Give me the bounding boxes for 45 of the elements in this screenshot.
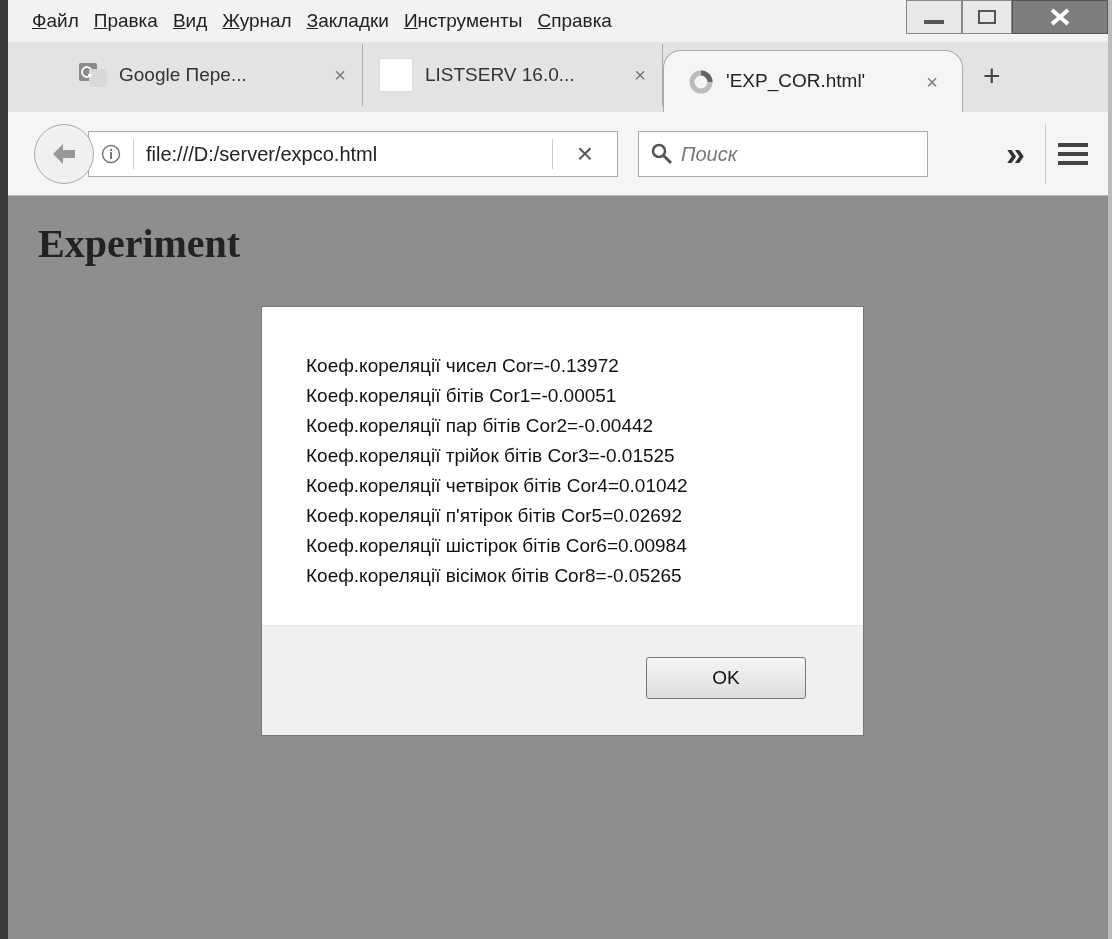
tab-close-icon[interactable]: ×	[634, 60, 646, 90]
overflow-button[interactable]: »	[998, 128, 1033, 179]
browser-tab[interactable]: Google Пере... ×	[63, 44, 363, 106]
menu-item[interactable]: Закладки	[306, 6, 389, 36]
maximize-button[interactable]	[962, 0, 1012, 34]
search-icon	[651, 142, 673, 165]
search-field[interactable]: Поиск	[638, 130, 928, 177]
menu-item[interactable]: Правка	[93, 6, 158, 36]
tab-title: 'EXP_COR.html'	[726, 69, 867, 94]
close-button[interactable]	[1012, 0, 1108, 34]
ok-button[interactable]: OK	[646, 657, 806, 699]
dialog-message-line: Коеф.кореляції вісімок бітів Cor8=-0.05265	[306, 564, 682, 588]
dialog-message-line: Коеф.кореляції п'ятірок бітів Cor5=0.02692	[306, 504, 682, 528]
maximize-icon	[978, 10, 996, 24]
close-icon	[1049, 8, 1071, 26]
new-tab-button[interactable]: +	[983, 53, 1001, 98]
translate-icon	[79, 63, 107, 87]
minimize-button[interactable]	[906, 0, 962, 34]
menu-item[interactable]: Журнал	[222, 6, 292, 36]
tab-title: LISTSERV 16.0...	[425, 62, 576, 87]
browser-tab[interactable]: 'EXP_COR.html' ×	[663, 50, 963, 112]
address-text: file:///D:/server/expco.html	[146, 141, 379, 167]
menu-item[interactable]: Инструменты	[403, 6, 523, 36]
tab-title: Google Пере...	[119, 62, 248, 87]
browser-tab[interactable]: LISTSERV 16.0... ×	[363, 44, 663, 106]
menu-item[interactable]: Файл	[32, 6, 79, 36]
dialog-message-line: Коеф.кореляції шістірок бітів Cor6=0.00984	[306, 534, 687, 558]
clear-icon[interactable]: ×	[564, 132, 605, 175]
minimize-icon	[924, 20, 944, 24]
dialog-message-line: Коеф.кореляції бітів Cor1=-0.00051	[306, 384, 617, 408]
loading-icon	[688, 68, 714, 95]
menu-icon[interactable]	[1058, 141, 1088, 166]
dialog-message-line: Коеф.кореляції чисел Cor=-0.13972	[306, 354, 619, 378]
search-placeholder: Поиск	[681, 141, 738, 167]
menu-item[interactable]: Вид	[172, 6, 208, 36]
dialog-message-line: Коеф.кореляції пар бітів Cor2=-0.00442	[306, 414, 654, 438]
menu-item[interactable]: Справка	[537, 6, 612, 36]
tab-close-icon[interactable]: ×	[334, 60, 346, 90]
page-heading: Experiment	[38, 220, 241, 268]
page-icon	[379, 58, 413, 92]
tab-close-icon[interactable]: ×	[926, 66, 938, 97]
dialog-message-line: Коеф.кореляції трійок бітів Cor3=-0.01525	[306, 444, 675, 468]
address-field[interactable]: file:///D:/server/expco.html ×	[88, 130, 618, 177]
dialog-message-line: Коеф.кореляції четвірок бітів Cor4=0.01042	[306, 474, 688, 498]
info-icon	[101, 143, 121, 164]
